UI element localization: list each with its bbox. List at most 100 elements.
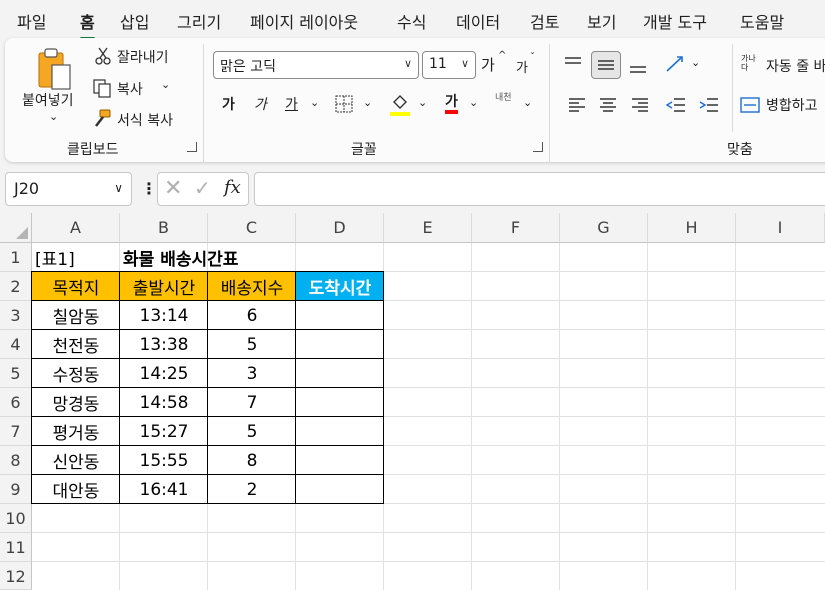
cell-b1-title[interactable]: 화물 배송시간표	[120, 243, 296, 271]
clipboard-dialog-launcher-icon[interactable]	[187, 142, 197, 152]
column-header-d[interactable]: D	[296, 213, 384, 243]
select-all-button[interactable]	[0, 213, 32, 243]
row-header-8[interactable]: 8	[0, 446, 32, 475]
tab-draw[interactable]: 그리기	[177, 9, 221, 33]
name-box[interactable]: J20 ∨	[5, 172, 132, 206]
column-header-a[interactable]: A	[32, 213, 120, 243]
cell-d6[interactable]	[296, 388, 384, 417]
cell-c3[interactable]: 6	[208, 301, 296, 330]
cell-b5[interactable]: 14:25	[120, 359, 208, 388]
insert-function-button[interactable]: fx	[224, 177, 241, 198]
cell-c7[interactable]: 5	[208, 417, 296, 446]
row-header-7[interactable]: 7	[0, 417, 32, 446]
tab-developer[interactable]: 개발 도구	[643, 9, 707, 33]
cell-a4[interactable]: 천전동	[32, 330, 120, 359]
phonetic-guide-button[interactable]: 내천	[495, 90, 512, 103]
tab-data[interactable]: 데이터	[456, 9, 500, 33]
copy-dropdown-chevron-icon[interactable]: ⌄	[161, 78, 170, 91]
tab-file[interactable]: 파일	[17, 9, 46, 33]
row-header-1[interactable]: 1	[0, 243, 32, 272]
cell-c9[interactable]: 2	[208, 475, 296, 504]
column-header-f[interactable]: F	[472, 213, 560, 243]
column-header-i[interactable]: I	[736, 213, 825, 243]
align-right-icon[interactable]	[629, 94, 651, 116]
enter-icon[interactable]: ✓	[194, 176, 211, 200]
tab-insert[interactable]: 삽입	[120, 9, 149, 33]
more-options-icon[interactable]: ⋮	[141, 179, 157, 198]
cell-c5[interactable]: 3	[208, 359, 296, 388]
align-middle-icon[interactable]	[591, 51, 621, 79]
cell-b3[interactable]: 13:14	[120, 301, 208, 330]
row-header-9[interactable]: 9	[0, 475, 32, 504]
underline-dropdown-chevron-icon[interactable]: ⌄	[310, 96, 319, 109]
cell-a1[interactable]: [표1]	[32, 243, 120, 271]
cell-d8[interactable]	[296, 446, 384, 475]
font-color-dropdown-chevron-icon[interactable]: ⌄	[469, 96, 478, 109]
row-header-12[interactable]: 12	[0, 562, 32, 590]
orientation-icon[interactable]	[663, 52, 687, 76]
row-header-2[interactable]: 2	[0, 272, 32, 301]
format-painter-button[interactable]: 서식 복사	[117, 110, 173, 130]
cell-d2-header[interactable]: 도착시간	[296, 272, 384, 301]
cell-a3[interactable]: 칠암동	[32, 301, 120, 330]
cell-c8[interactable]: 8	[208, 446, 296, 475]
cell-b2-header[interactable]: 출발시간	[120, 272, 208, 301]
cell-d9[interactable]	[296, 475, 384, 504]
cell-c4[interactable]: 5	[208, 330, 296, 359]
cell-d4[interactable]	[296, 330, 384, 359]
border-dropdown-chevron-icon[interactable]: ⌄	[363, 96, 372, 109]
row-header-11[interactable]: 11	[0, 533, 32, 562]
paste-label[interactable]: 붙여넣기	[22, 90, 74, 110]
row-header-6[interactable]: 6	[0, 388, 32, 417]
cell-a7[interactable]: 평거동	[32, 417, 120, 446]
row-header-10[interactable]: 10	[0, 504, 32, 533]
cell-b4[interactable]: 13:38	[120, 330, 208, 359]
copy-button[interactable]: 복사	[117, 79, 143, 99]
row-header-3[interactable]: 3	[0, 301, 32, 330]
font-size-select[interactable]: 11 ∨	[422, 51, 476, 79]
grow-font-button[interactable]: 가	[481, 54, 495, 75]
align-top-icon[interactable]	[561, 52, 585, 76]
underline-button[interactable]: 가	[285, 94, 298, 114]
align-bottom-icon[interactable]	[626, 54, 650, 78]
column-header-e[interactable]: E	[384, 213, 472, 243]
column-header-b[interactable]: B	[120, 213, 208, 243]
cancel-icon[interactable]: ✕	[164, 176, 182, 201]
cell-b6[interactable]: 14:58	[120, 388, 208, 417]
cell-c2-header[interactable]: 배송지수	[208, 272, 296, 301]
cell-a8[interactable]: 신안동	[32, 446, 120, 475]
cell-a2-header[interactable]: 목적지	[32, 272, 120, 301]
tab-formulas[interactable]: 수식	[397, 9, 426, 33]
cell-a6[interactable]: 망경동	[32, 388, 120, 417]
cell-b7[interactable]: 15:27	[120, 417, 208, 446]
cell-c6[interactable]: 7	[208, 388, 296, 417]
bold-button[interactable]: 가	[222, 94, 235, 114]
wrap-text-button[interactable]: 자동 줄 바	[766, 56, 825, 76]
italic-button[interactable]: 가	[254, 94, 267, 114]
cell-d3[interactable]	[296, 301, 384, 330]
cell-b9[interactable]: 16:41	[120, 475, 208, 504]
cell-d5[interactable]	[296, 359, 384, 388]
paste-dropdown-chevron-icon[interactable]: ⌄	[49, 110, 58, 123]
fill-color-dropdown-chevron-icon[interactable]: ⌄	[418, 96, 427, 109]
align-center-icon[interactable]	[597, 94, 619, 116]
paste-button[interactable]	[35, 46, 75, 94]
font-color-button[interactable]: 가	[445, 94, 458, 114]
row-header-4[interactable]: 4	[0, 330, 32, 359]
tab-home[interactable]: 홈	[80, 9, 95, 40]
cut-button[interactable]: 잘라내기	[117, 47, 169, 67]
font-name-select[interactable]: 맑은 고딕 ∨	[213, 51, 419, 79]
merge-center-button[interactable]: 병합하고	[766, 95, 818, 115]
row-header-5[interactable]: 5	[0, 359, 32, 388]
tab-review[interactable]: 검토	[530, 9, 559, 33]
font-dialog-launcher-icon[interactable]	[533, 142, 543, 152]
formula-input[interactable]	[254, 172, 825, 206]
align-left-icon[interactable]	[566, 94, 588, 116]
cell-b8[interactable]: 15:55	[120, 446, 208, 475]
column-header-g[interactable]: G	[560, 213, 648, 243]
cell-d7[interactable]	[296, 417, 384, 446]
fill-color-button[interactable]	[388, 92, 412, 118]
column-header-c[interactable]: C	[208, 213, 296, 243]
increase-indent-icon[interactable]	[698, 94, 720, 116]
phonetic-dropdown-chevron-icon[interactable]: ⌄	[523, 96, 532, 109]
